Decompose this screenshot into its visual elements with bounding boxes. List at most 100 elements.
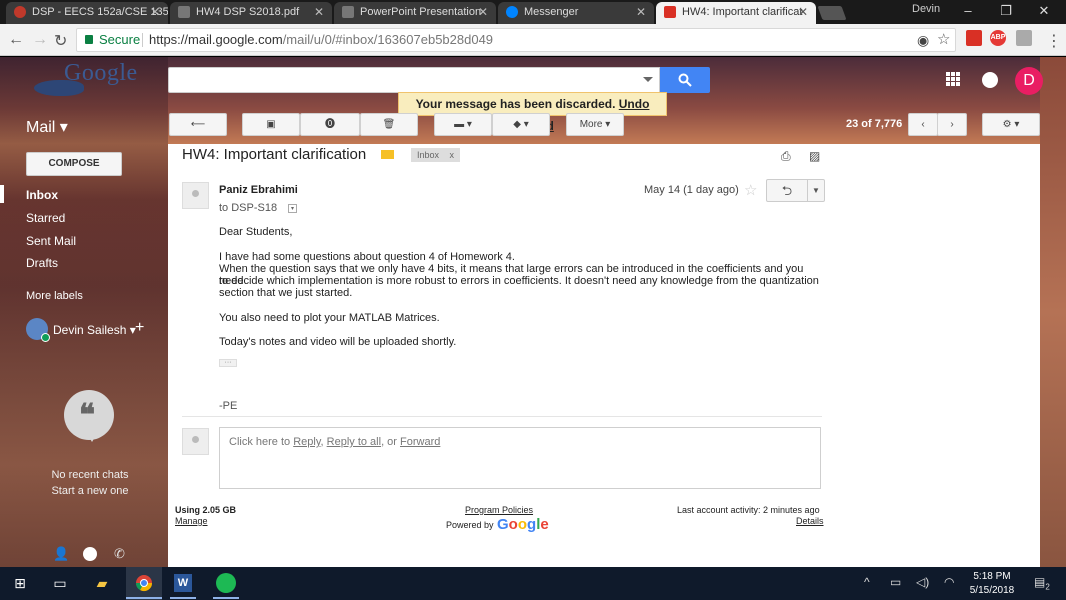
eye-icon[interactable]: ◉ <box>917 29 929 51</box>
more-actions-button[interactable]: More ▾ <box>566 113 624 136</box>
spotify-icon[interactable] <box>216 573 236 593</box>
show-details-icon[interactable]: ▾ <box>288 204 297 213</box>
minimize-icon[interactable]: – <box>958 3 978 18</box>
browser-tab-active[interactable]: HW4: Important clarificat ✕ <box>656 2 816 24</box>
lock-icon <box>85 35 93 44</box>
move-to-button[interactable]: ▬ ▾ <box>434 113 492 136</box>
delete-button[interactable]: 🗑 <box>360 113 418 136</box>
manage-link-text: Manage <box>175 516 208 526</box>
apps-grid-icon[interactable] <box>946 72 960 86</box>
site-favicon-icon <box>14 6 26 18</box>
phone-icon[interactable]: ✆ <box>114 546 125 562</box>
action-center-icon[interactable]: ▤2 <box>1034 575 1050 591</box>
volume-icon[interactable]: ◁) <box>916 575 929 589</box>
print-icon[interactable]: ⎙ <box>781 149 791 164</box>
back-icon[interactable]: ← <box>8 31 24 49</box>
extension-icon[interactable] <box>966 30 982 46</box>
close-tab-icon[interactable]: ✕ <box>636 2 646 22</box>
search-options-icon[interactable] <box>643 77 653 82</box>
quote-icon: ❝ <box>79 399 96 432</box>
windows-start-icon[interactable]: ⊞ <box>8 572 32 594</box>
start-chat-link[interactable]: Start a new one <box>0 485 180 497</box>
active-indicator <box>0 185 4 203</box>
user-avatar[interactable] <box>26 318 50 342</box>
clock-time: 5:18 PM <box>973 571 1011 582</box>
important-marker-icon[interactable] <box>381 150 394 159</box>
taskbar-clock[interactable]: 5:18 PM 5/15/2018 <box>960 570 1024 598</box>
show-trimmed-content-button[interactable]: ··· <box>219 359 237 367</box>
compose-button[interactable]: COMPOSE <box>26 152 122 176</box>
bookmark-star-icon[interactable]: ☆ <box>937 29 950 51</box>
nav-drafts[interactable]: Drafts <box>26 256 58 270</box>
settings-button[interactable]: ⚙ ▾ <box>982 113 1040 136</box>
account-avatar[interactable]: D <box>1015 67 1043 95</box>
adblock-icon[interactable]: ABP <box>990 30 1006 46</box>
chevron-right-icon: › <box>950 119 954 130</box>
star-icon[interactable]: ☆ <box>744 181 757 199</box>
reload-icon[interactable]: ↻ <box>54 31 67 51</box>
contacts-icon[interactable]: 👤 <box>53 546 69 562</box>
extension-icon[interactable] <box>1016 30 1032 46</box>
back-to-inbox-button[interactable]: ⟵ <box>169 113 227 136</box>
older-button[interactable]: › <box>937 113 967 136</box>
task-view-icon[interactable]: ▭ <box>48 572 72 594</box>
body-greeting: Dear Students, <box>219 226 293 238</box>
chrome-taskbar-icon[interactable] <box>132 572 156 594</box>
gmail-favicon-icon <box>664 6 676 18</box>
close-tab-icon[interactable]: ✕ <box>314 2 324 22</box>
trash-icon: 🗑 <box>382 119 396 130</box>
remove-label-icon[interactable]: x <box>450 150 455 160</box>
reply-box[interactable]: Click here to Reply, Reply to all, or Fo… <box>219 427 821 489</box>
browser-tab[interactable]: Messenger ✕ <box>498 2 654 24</box>
battery-icon[interactable]: ▭ <box>890 575 901 589</box>
labels-button[interactable]: ◆ ▾ <box>492 113 550 136</box>
browser-tab[interactable]: HW4 DSP S2018.pdf ✕ <box>170 2 332 24</box>
notifications-icon[interactable] <box>982 72 998 88</box>
file-explorer-icon[interactable]: ▰ <box>90 572 114 594</box>
add-chat-icon[interactable]: + <box>135 319 144 337</box>
newer-button[interactable]: ‹ <box>908 113 938 136</box>
archive-button[interactable]: ▣ <box>242 113 300 136</box>
tag-icon: ◆ ▾ <box>513 119 529 130</box>
restore-icon[interactable]: ❐ <box>996 3 1016 19</box>
nav-inbox[interactable]: Inbox <box>26 188 58 202</box>
program-policies-link[interactable]: Program Policies <box>465 505 533 515</box>
new-window-icon[interactable]: ▨ <box>809 149 820 163</box>
address-bar[interactable]: Secure https://mail.google.com/mail/u/0/… <box>76 28 956 52</box>
mail-switcher[interactable]: Mail ▾ <box>26 117 68 137</box>
message-more-button[interactable]: ▼ <box>807 179 825 202</box>
browser-tab[interactable]: DSP - EECS 152a/CSE 135 ✕ <box>6 2 168 24</box>
browser-tab[interactable]: PowerPoint Presentation ✕ <box>334 2 496 24</box>
forward-icon[interactable]: → <box>32 31 48 49</box>
profile-badge[interactable]: Devin <box>912 3 940 15</box>
report-spam-button[interactable]: ⓿ <box>300 113 360 136</box>
nav-starred[interactable]: Starred <box>26 211 65 225</box>
inbox-label-chip[interactable]: Inbox x <box>411 148 461 162</box>
search-input[interactable] <box>168 67 660 93</box>
close-tab-icon[interactable]: ✕ <box>478 2 488 22</box>
nav-sent-mail[interactable]: Sent Mail <box>26 234 76 248</box>
new-tab-button[interactable] <box>817 6 847 20</box>
nav-more-labels[interactable]: More labels <box>26 290 83 302</box>
close-window-icon[interactable]: ✕ <box>1034 3 1054 19</box>
reply-button[interactable]: ⮌ <box>766 179 808 202</box>
show-hidden-icons-icon[interactable]: ^ <box>864 575 870 589</box>
close-tab-icon[interactable]: ✕ <box>150 2 160 22</box>
forward-link[interactable]: Forward <box>400 436 440 448</box>
google-logo[interactable]: Google <box>64 60 138 87</box>
clock-date: 5/15/2018 <box>969 585 1015 596</box>
wifi-icon[interactable]: ◠ <box>944 575 954 589</box>
close-tab-icon[interactable]: ✕ <box>798 2 808 22</box>
menu-dots-icon[interactable]: ⋮ <box>1046 31 1062 51</box>
reply-all-link[interactable]: Reply to all <box>327 436 381 448</box>
word-icon[interactable]: W <box>174 574 192 592</box>
activity-details-link[interactable]: Details <box>796 516 824 526</box>
message-pane <box>168 144 1040 567</box>
hangouts-tab-icon[interactable] <box>83 547 97 561</box>
search-button[interactable] <box>660 67 710 93</box>
reply-link[interactable]: Reply <box>293 436 320 448</box>
reply-avatar <box>182 428 209 455</box>
hangouts-user[interactable]: Devin Sailesh ▾ <box>53 323 136 337</box>
manage-storage-link[interactable]: Manage <box>175 516 208 526</box>
sender-name[interactable]: Paniz Ebrahimi <box>219 184 298 196</box>
